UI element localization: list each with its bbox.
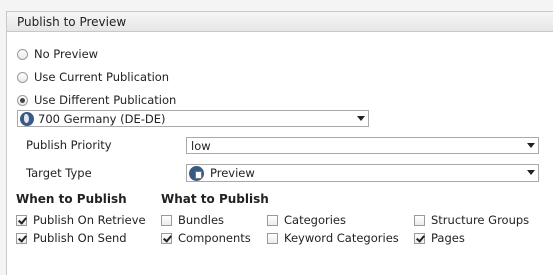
checkbox[interactable]: [161, 232, 172, 244]
what-to-publish-heading: What to Publish: [161, 192, 269, 206]
checkbox-label: Bundles: [178, 213, 225, 227]
checkbox[interactable]: [414, 214, 425, 226]
target-type-select[interactable]: Preview: [186, 164, 539, 182]
target-label-row: Target Type: [26, 166, 92, 180]
checkbox-label: Categories: [284, 213, 346, 227]
checkbox-bundles[interactable]: Bundles: [161, 213, 224, 227]
radio-button[interactable]: [17, 48, 28, 60]
radio-use-different-publication[interactable]: Use Different Publication: [17, 93, 176, 107]
checkbox-publish-on-send[interactable]: Publish On Send: [16, 231, 127, 245]
checkbox-publish-on-retrieve[interactable]: Publish On Retrieve: [16, 213, 146, 227]
publication-select-value: 700 Germany (DE-DE): [38, 111, 166, 126]
target-type-select-value: Preview: [210, 166, 255, 180]
radio-label: No Preview: [34, 47, 99, 61]
checkbox-label: Structure Groups: [431, 213, 530, 227]
radio-button[interactable]: [17, 94, 28, 106]
priority-label: Publish Priority: [26, 138, 112, 152]
checkbox-label: Pages: [431, 231, 465, 245]
target-type-label: Target Type: [26, 166, 92, 180]
radio-use-current-publication[interactable]: Use Current Publication: [17, 70, 169, 84]
chevron-down-icon[interactable]: [525, 140, 536, 151]
checkbox[interactable]: [414, 232, 425, 244]
checkbox-label: Publish On Retrieve: [33, 213, 146, 227]
checkbox-pages[interactable]: Pages: [414, 231, 465, 245]
checkbox[interactable]: [161, 214, 172, 226]
checkbox-components[interactable]: Components: [161, 231, 251, 245]
checkbox-label: Keyword Categories: [284, 231, 399, 245]
chevron-down-icon[interactable]: [355, 113, 366, 124]
priority-select-value: low: [191, 138, 211, 153]
checkbox-label: Components: [178, 231, 251, 245]
preview-target-icon: [189, 165, 204, 181]
radio-no-preview[interactable]: No Preview: [17, 47, 98, 61]
radio-button[interactable]: [17, 71, 28, 83]
panel-header: Publish to Preview: [7, 12, 553, 32]
panel-title: Publish to Preview: [17, 15, 127, 29]
checkbox[interactable]: [267, 232, 278, 244]
checkbox-label: Publish On Send: [33, 231, 127, 245]
priority-label-row: Publish Priority: [26, 138, 112, 152]
radio-label: Use Current Publication: [34, 70, 170, 84]
checkbox[interactable]: [267, 214, 278, 226]
checkbox-structure-groups[interactable]: Structure Groups: [414, 213, 529, 227]
when-to-publish-heading: When to Publish: [16, 192, 127, 206]
priority-select[interactable]: low: [186, 137, 539, 154]
chevron-down-icon[interactable]: [525, 167, 536, 178]
radio-label: Use Different Publication: [34, 93, 177, 107]
checkbox-categories[interactable]: Categories: [267, 213, 346, 227]
checkbox-keyword-categories[interactable]: Keyword Categories: [267, 231, 399, 245]
publication-select[interactable]: 700 Germany (DE-DE): [17, 110, 369, 127]
checkbox[interactable]: [16, 214, 27, 226]
checkbox[interactable]: [16, 232, 27, 244]
globe-icon: [20, 111, 34, 126]
